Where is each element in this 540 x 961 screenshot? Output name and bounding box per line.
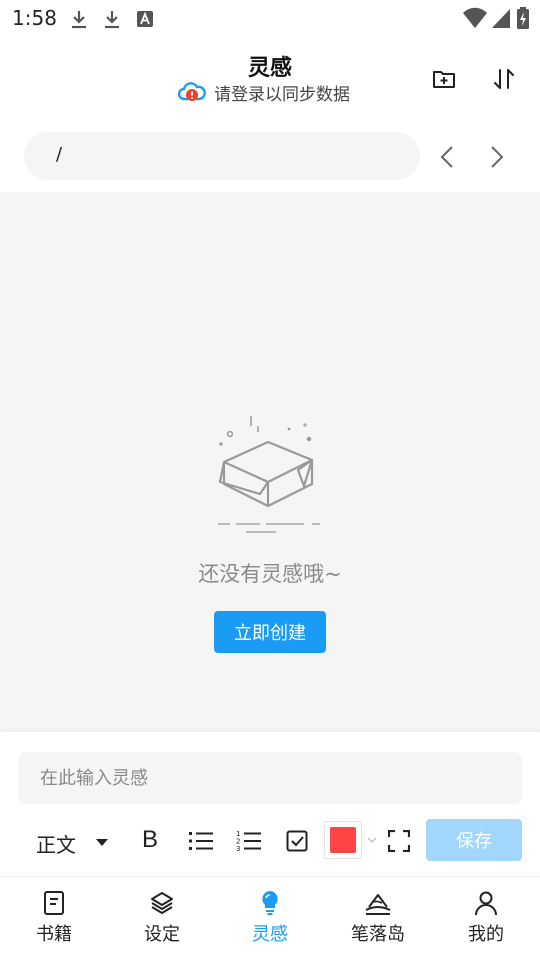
nav-item-books[interactable]: 书籍 xyxy=(0,876,108,960)
checkbox-icon[interactable] xyxy=(286,830,308,852)
save-button[interactable]: 保存 xyxy=(426,819,522,861)
bullet-list-icon[interactable] xyxy=(188,829,214,853)
sort-icon[interactable] xyxy=(492,67,516,91)
sync-text: 请登录以同步数据 xyxy=(214,84,350,105)
nav-item-me[interactable]: 我的 xyxy=(432,876,540,960)
island-icon xyxy=(365,894,391,915)
text-style-dropdown[interactable]: 正文 xyxy=(36,829,76,858)
status-time: 1:58 xyxy=(12,6,57,30)
empty-message: 还没有灵感哦~ xyxy=(198,562,342,586)
status-bar: 1:58 xyxy=(0,0,540,36)
nav-label-settings: 设定 xyxy=(144,924,180,945)
path-text: / xyxy=(56,144,63,165)
text-style-label: 正文 xyxy=(36,833,76,857)
nav-label-island: 笔落岛 xyxy=(351,924,405,945)
wifi-icon xyxy=(463,7,487,28)
caret-down-icon[interactable] xyxy=(95,837,109,847)
battery-charging-icon xyxy=(517,7,529,29)
lightbulb-icon xyxy=(262,891,278,915)
inspiration-input[interactable] xyxy=(18,752,522,804)
nav-label-me: 我的 xyxy=(468,924,504,945)
nav-item-inspiration[interactable]: 灵感 xyxy=(216,876,324,960)
sync-login-prompt[interactable]: 请登录以同步数据 xyxy=(178,80,350,105)
book-icon xyxy=(44,891,64,915)
fullscreen-icon[interactable] xyxy=(388,830,410,852)
chevron-left-icon[interactable] xyxy=(436,144,460,170)
nav-item-island[interactable]: 笔落岛 xyxy=(324,876,432,960)
nav-label-books: 书籍 xyxy=(36,924,72,945)
download-icon xyxy=(72,11,86,29)
font-app-icon xyxy=(137,11,153,27)
user-icon xyxy=(475,891,497,916)
bold-button[interactable]: B xyxy=(142,826,158,854)
path-bar xyxy=(24,132,420,180)
svg-text:3: 3 xyxy=(236,845,240,853)
nav-label-inspiration: 灵感 xyxy=(252,924,288,945)
chevron-right-icon[interactable] xyxy=(484,144,508,170)
create-now-button[interactable]: 立即创建 xyxy=(214,611,326,653)
text-color-swatch xyxy=(330,827,356,853)
numbered-list-icon[interactable]: 123 xyxy=(236,829,262,853)
cloud-warning-icon xyxy=(178,82,206,101)
new-folder-icon[interactable] xyxy=(432,67,456,91)
color-caret-icon xyxy=(368,837,376,843)
nav-item-settings[interactable]: 设定 xyxy=(108,876,216,960)
empty-box-icon xyxy=(218,416,320,533)
download-icon xyxy=(105,11,119,29)
page-title: 灵感 xyxy=(247,56,292,81)
signal-icon xyxy=(492,9,510,28)
layers-icon xyxy=(151,892,173,914)
